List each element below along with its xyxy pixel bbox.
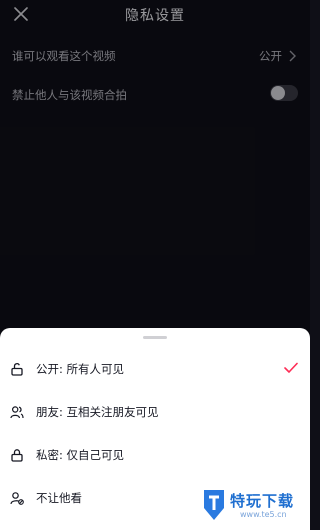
setting-label: 禁止他人与该视频合拍 [12,88,127,102]
check-icon [284,362,298,374]
option-friends[interactable]: 朋友: 互相关注朋友可见 [0,391,310,433]
close-button[interactable] [12,5,30,23]
unlock-icon [11,363,23,376]
setting-label: 谁可以观看这个视频 [12,49,116,63]
duet-toggle[interactable] [270,85,298,101]
watermark-logo-icon [204,490,224,520]
option-private[interactable]: 私密: 仅自己可见 [0,434,310,476]
setting-who-can-watch[interactable]: 谁可以观看这个视频 公开 [0,43,310,69]
header: 隐私设置 [0,0,310,30]
block-user-icon [10,492,24,505]
option-label: 朋友: 互相关注朋友可见 [36,405,159,419]
option-label: 公开: 所有人可见 [36,362,125,376]
site-watermark: 特玩下载 www.te5.cn [200,488,304,524]
friends-icon [10,406,24,419]
close-icon [14,7,28,21]
option-label: 不让他看 [36,491,82,505]
setting-disable-duet: 禁止他人与该视频合拍 [0,82,310,108]
chevron-right-icon [289,50,296,62]
sheet-drag-handle[interactable] [143,336,167,339]
toggle-knob [271,86,285,100]
watermark-url: www.te5.cn [240,510,287,519]
privacy-bottom-sheet: 公开: 所有人可见 朋友: 互相关注朋友可见 私密: 仅自己可见 不让他看 特玩… [0,328,310,530]
option-public[interactable]: 公开: 所有人可见 [0,348,310,390]
setting-value: 公开 [259,49,282,63]
watermark-name: 特玩下载 [230,492,295,510]
option-label: 私密: 仅自己可见 [36,448,125,462]
page-title: 隐私设置 [125,8,185,24]
lock-icon [11,449,23,462]
